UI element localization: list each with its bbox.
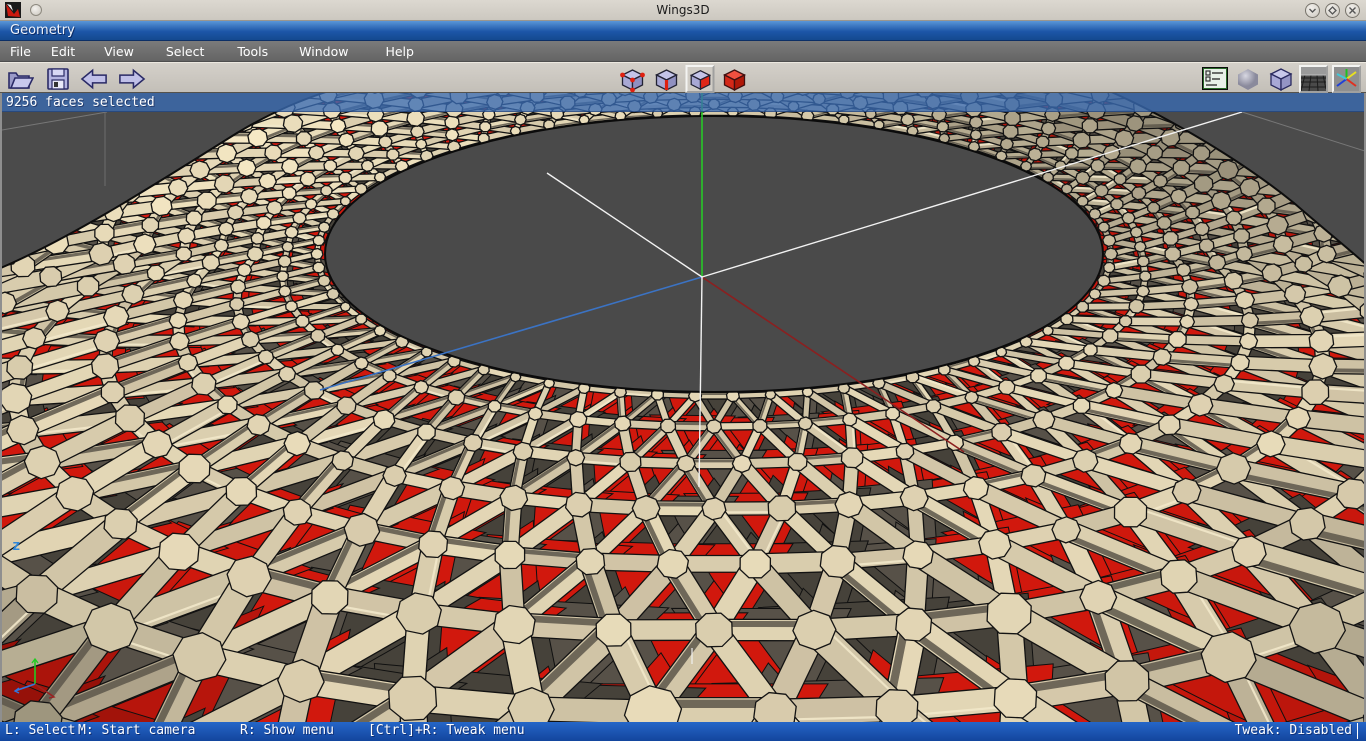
toolbar (0, 62, 1366, 93)
save-file-icon[interactable] (43, 65, 72, 93)
info-line-text: 9256 faces selected (6, 94, 155, 110)
menu-edit[interactable]: Edit (45, 44, 81, 59)
viewport-container: z 9256 faces selected (0, 93, 1366, 722)
face-select-mode[interactable] (685, 64, 715, 93)
status-middle-click: M: Start camera (78, 723, 196, 738)
menu-help[interactable]: Help (379, 44, 420, 59)
ground-plane-icon[interactable] (1299, 64, 1328, 93)
show-edges-icon[interactable] (1266, 65, 1295, 93)
status-separator (1357, 723, 1358, 739)
menu-window[interactable]: Window (293, 44, 354, 59)
workspace-tab-bar[interactable]: Geometry (0, 21, 1366, 41)
menu-view[interactable]: View (98, 44, 140, 59)
3d-viewport[interactable]: z (2, 93, 1364, 722)
toolbar-left-group (6, 64, 146, 93)
title-bar: Wings3D (0, 0, 1366, 21)
status-bar: L: Select M: Start camera R: Show menu [… (0, 722, 1366, 741)
minimize-button[interactable] (1305, 3, 1320, 18)
status-right-click: R: Show menu (240, 723, 334, 738)
toolbar-right-group (1200, 64, 1361, 93)
body-select-mode[interactable] (720, 65, 749, 93)
open-file-icon[interactable] (6, 65, 35, 93)
redo-icon[interactable] (117, 65, 146, 93)
window-controls (1305, 3, 1360, 18)
workspace-tab-label: Geometry (10, 23, 75, 38)
view-options-icon[interactable] (1200, 65, 1229, 93)
status-ctrl-right-click: [Ctrl]+R: Tweak menu (368, 723, 525, 738)
show-axes-icon[interactable] (1332, 64, 1361, 93)
edge-select-mode[interactable] (652, 65, 681, 93)
selection-mode-group (618, 64, 749, 93)
close-button[interactable] (1345, 3, 1360, 18)
wings3d-window: Wings3D Geometry File Edit View Select T… (0, 0, 1366, 741)
window-title: Wings3D (656, 3, 710, 17)
vertex-select-mode[interactable] (618, 65, 647, 93)
z-axis-letter: z (12, 538, 20, 554)
menu-file[interactable]: File (4, 44, 37, 59)
smooth-shaded-icon[interactable] (1233, 65, 1262, 93)
status-left-click: L: Select (5, 723, 76, 738)
tweak-status: Tweak: Disabled (1234, 723, 1352, 738)
menu-tools[interactable]: Tools (231, 44, 274, 59)
undo-icon[interactable] (80, 65, 109, 93)
maximize-button[interactable] (1325, 3, 1340, 18)
info-line-bar: 9256 faces selected (2, 93, 1364, 112)
menu-select[interactable]: Select (160, 44, 211, 59)
menu-bar: File Edit View Select Tools Window Help (0, 41, 1366, 62)
